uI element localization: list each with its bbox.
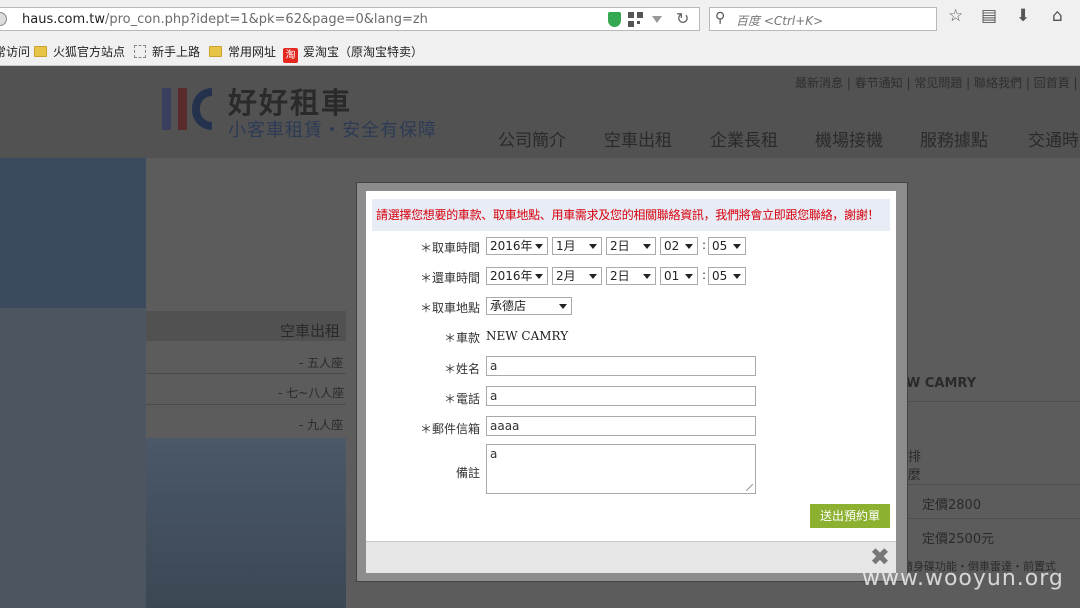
sidebar-item-9-seat[interactable]: - 九人座	[299, 416, 343, 433]
search-input[interactable]: ⚲ 百度 <Ctrl+K>	[709, 7, 937, 31]
return-year-select[interactable]: 2016年	[486, 267, 548, 285]
home-icon[interactable]: ⌂	[1052, 6, 1063, 26]
bookmark-getting-started[interactable]: 新手上路	[134, 43, 200, 60]
sidebar-title: 空車出租	[280, 322, 341, 340]
car-spec-line: 排	[908, 450, 922, 465]
qr-code-icon[interactable]	[628, 12, 643, 27]
browser-toolbar: haus.com.tw/pro_con.php?idept=1&pk=62&pa…	[0, 0, 1080, 66]
divider	[896, 518, 1080, 519]
bookmarks-bar: 常访问 火狐官方站点 新手上路 常用网址 淘爱淘宝（原淘宝特卖）	[0, 38, 1080, 64]
folder-icon	[34, 46, 47, 57]
nav-locations[interactable]: 服務據點	[920, 126, 988, 151]
return-hour-select[interactable]: 01	[660, 267, 698, 285]
divider	[896, 401, 1080, 402]
name-field[interactable]: a	[486, 356, 756, 376]
car-label: ＊車款	[443, 331, 480, 345]
globe-icon	[0, 12, 7, 26]
nav-airport[interactable]: 機場接機	[815, 126, 883, 151]
price-label: 定價2500元	[922, 532, 995, 547]
address-bar[interactable]: haus.com.tw/pro_con.php?idept=1&pk=62&pa…	[0, 7, 700, 31]
bookmark-common-sites[interactable]: 常用网址	[209, 43, 276, 60]
submit-button[interactable]: 送出預約單	[810, 504, 890, 528]
chevron-down-icon	[535, 244, 543, 249]
nav-rental[interactable]: 空車出租	[604, 126, 672, 151]
search-icon: ⚲	[715, 10, 726, 26]
chevron-down-icon	[733, 244, 741, 249]
pickup-year-select[interactable]: 2016年	[486, 237, 548, 255]
time-separator: :	[702, 268, 707, 282]
return-day-select[interactable]: 2日	[606, 267, 656, 285]
resize-grip-icon[interactable]	[746, 484, 753, 491]
sidebar-item-7-8-seat[interactable]: - 七~八人座	[278, 384, 344, 401]
nav-long-term[interactable]: 企業長租	[710, 126, 778, 151]
car-spec-line: 麼	[908, 468, 922, 483]
search-placeholder: 百度 <Ctrl+K>	[736, 14, 824, 28]
phone-field[interactable]: a	[486, 386, 756, 406]
download-icon[interactable]: ⬇	[1016, 6, 1030, 26]
modal-footer: ✖	[366, 541, 896, 573]
nav-company[interactable]: 公司簡介	[498, 126, 566, 151]
chevron-down-icon[interactable]	[652, 16, 662, 23]
city-image	[146, 438, 346, 608]
time-separator: :	[702, 238, 707, 252]
divider	[896, 484, 1080, 485]
chevron-down-icon	[559, 304, 567, 309]
chevron-down-icon	[643, 274, 651, 279]
folder-icon	[209, 46, 222, 57]
page-icon	[134, 45, 146, 58]
pickup-hour-select[interactable]: 02	[660, 237, 698, 255]
divider	[146, 373, 346, 374]
location-label: ＊取車地點	[419, 301, 480, 315]
chevron-down-icon	[535, 274, 543, 279]
note-label: 備註	[455, 466, 480, 480]
pickup-day-select[interactable]: 2日	[606, 237, 656, 255]
car-value: NEW CAMRY	[486, 329, 569, 343]
email-field[interactable]: aaaa	[486, 416, 756, 436]
side-banner-top	[0, 158, 146, 308]
chevron-down-icon	[589, 244, 597, 249]
phone-label: ＊電話	[443, 392, 480, 406]
email-label: ＊郵件信箱	[419, 422, 480, 436]
watermark: www.wooyun.org	[862, 566, 1064, 591]
return-minute-select[interactable]: 05	[708, 267, 746, 285]
star-icon[interactable]: ☆	[948, 6, 963, 26]
return-time-label: ＊還車時間	[419, 271, 480, 285]
car-model-heading: W CAMRY	[906, 376, 977, 391]
location-select[interactable]: 承德店	[486, 297, 572, 315]
taobao-icon: 淘	[283, 48, 298, 63]
divider	[146, 404, 346, 405]
reading-list-icon[interactable]: ▤	[981, 6, 997, 26]
shield-icon[interactable]	[608, 12, 621, 27]
note-textarea[interactable]: a	[486, 444, 756, 494]
chevron-down-icon	[589, 274, 597, 279]
url-text: haus.com.tw/pro_con.php?idept=1&pk=62&pa…	[22, 12, 428, 27]
chevron-down-icon	[643, 244, 651, 249]
logo-subtitle: 小客車租賃・安全有保障	[228, 120, 437, 141]
return-month-select[interactable]: 2月	[552, 267, 602, 285]
bookmark-aitaobao[interactable]: 淘爱淘宝（原淘宝特卖）	[283, 43, 423, 63]
pickup-time-label: ＊取車時間	[419, 241, 480, 255]
bookmark-firefox-official[interactable]: 火狐官方站点	[34, 43, 125, 60]
bookmark-frequent[interactable]: 常访问	[0, 43, 30, 60]
notice-text: 請選擇您想要的車款、取車地點、用車需求及您的相關聯絡資訊，我們將會立即跟您聯絡，…	[372, 199, 890, 231]
price-label: 定價2800	[922, 498, 982, 513]
chevron-down-icon	[685, 274, 693, 279]
chevron-down-icon	[733, 274, 741, 279]
nav-transport[interactable]: 交通時	[1028, 126, 1079, 151]
reservation-dialog: 請選擇您想要的車款、取車地點、用車需求及您的相關聯絡資訊，我們將會立即跟您聯絡，…	[366, 191, 896, 573]
refresh-icon[interactable]: ↻	[676, 9, 689, 28]
pickup-minute-select[interactable]: 05	[708, 237, 746, 255]
name-label: ＊姓名	[443, 362, 480, 376]
pickup-month-select[interactable]: 1月	[552, 237, 602, 255]
logo-icon	[152, 80, 218, 132]
chevron-down-icon	[685, 244, 693, 249]
sidebar-item-5-seat[interactable]: - 五人座	[299, 354, 343, 371]
top-links[interactable]: 最新消息 | 春节通知 | 常见問題 | 聯絡我們 | 回首頁 | 加	[795, 74, 1080, 91]
